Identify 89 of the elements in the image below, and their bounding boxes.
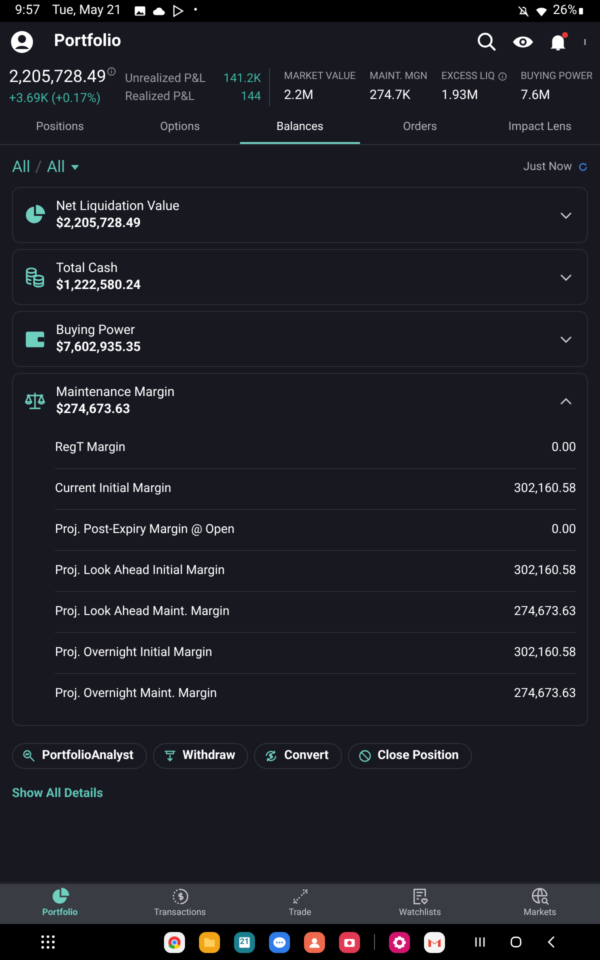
- withdraw-icon: [162, 749, 176, 763]
- arrows-icon: [290, 887, 310, 906]
- refresh-icon[interactable]: [578, 162, 588, 172]
- contact-icon[interactable]: [304, 932, 325, 952]
- card-value: $2,205,728.49: [56, 214, 142, 232]
- metric-value: 1.93M: [441, 86, 480, 105]
- nav-tab[interactable]: Markets: [480, 884, 600, 924]
- net-value: 2,205,728.49: [9, 66, 106, 89]
- metric-label: EXCESS LIQ: [441, 70, 495, 84]
- globe-search-icon: [530, 887, 550, 906]
- margin-value: 302,160.58: [514, 480, 576, 498]
- nav-tab[interactable]: Transactions: [120, 884, 240, 924]
- flower-icon[interactable]: [389, 932, 410, 952]
- info-icon: [107, 66, 116, 76]
- action-button[interactable]: Withdraw: [152, 743, 248, 769]
- margin-value: 0.00: [552, 438, 576, 457]
- account-selector[interactable]: All / All: [12, 155, 80, 179]
- card-value: $7,602,935.35: [56, 338, 142, 356]
- margin-label: Proj. Overnight Maint. Margin: [55, 685, 217, 704]
- nav-tab[interactable]: Trade: [240, 884, 360, 924]
- battery-percent: 26%: [552, 2, 577, 20]
- pnl-label: Unrealized P&L: [125, 70, 206, 87]
- folder-icon[interactable]: [199, 932, 220, 952]
- pie-chart-icon: [24, 204, 46, 226]
- card-title: Maintenance Margin: [56, 384, 176, 400]
- card-value: $274,673.63: [56, 400, 132, 418]
- card-title: Total Cash: [56, 260, 119, 276]
- pnl-label: Realized P&L: [125, 88, 195, 105]
- show-all-details-link[interactable]: Show All Details: [12, 786, 103, 801]
- pnl-value: 144: [240, 88, 261, 105]
- calendar-icon[interactable]: 21: [234, 932, 255, 952]
- margin-value: 0.00: [552, 520, 576, 539]
- margin-label: Proj. Look Ahead Maint. Margin: [55, 602, 230, 621]
- tab[interactable]: Orders: [360, 112, 480, 144]
- metric-value: 2.2M: [284, 86, 314, 105]
- info-icon: [498, 72, 507, 81]
- play-store-icon: [171, 4, 186, 18]
- prohibited-icon: [358, 749, 372, 763]
- metric-label: BUYING POWER: [520, 70, 593, 84]
- card-value: $1,222,580.24: [56, 276, 142, 294]
- mute-icon: [516, 4, 530, 18]
- metric-label: MAINT. MGN: [370, 70, 428, 84]
- margin-value: 302,160.58: [514, 644, 576, 662]
- magnifier-chart-icon: [22, 749, 36, 763]
- card-title: Buying Power: [56, 322, 136, 338]
- margin-label: RegT Margin: [55, 438, 126, 457]
- pnl-value: 141.2K: [223, 70, 261, 87]
- tab[interactable]: Positions: [0, 112, 120, 144]
- list-heart-icon: [410, 887, 430, 906]
- scale-icon: [24, 390, 46, 412]
- pie-chart-icon: [50, 887, 70, 906]
- action-button[interactable]: PortfolioAnalyst: [12, 743, 146, 769]
- metric-value: 7.6M: [520, 86, 552, 105]
- daily-change: +3.69K (+0.17%): [9, 90, 102, 108]
- tab[interactable]: Balances: [240, 112, 360, 144]
- action-button[interactable]: Convert: [254, 743, 342, 769]
- margin-label: Proj. Overnight Initial Margin: [55, 644, 212, 662]
- margin-label: Proj. Look Ahead Initial Margin: [55, 562, 225, 580]
- coins-icon: [24, 266, 46, 288]
- page-title: Portfolio: [54, 30, 122, 54]
- nav-tab[interactable]: Portfolio: [0, 884, 120, 924]
- margin-value: 302,160.58: [514, 562, 576, 580]
- dollar-exchange-icon: [264, 749, 278, 763]
- home-icon[interactable]: [508, 934, 524, 950]
- nav-tab[interactable]: Watchlists: [360, 884, 480, 924]
- browser-icon[interactable]: [164, 932, 185, 952]
- margin-value: 274,673.63: [514, 685, 576, 704]
- dollar-circle-icon: [170, 887, 190, 906]
- notification-dot: •: [193, 2, 198, 20]
- margin-label: Proj. Post-Expiry Margin @ Open: [55, 520, 235, 539]
- updated-time: Just Now: [523, 158, 572, 176]
- action-button[interactable]: Close Position: [348, 743, 472, 769]
- tab[interactable]: Options: [120, 112, 240, 144]
- account-icon[interactable]: [10, 30, 34, 54]
- card-title: Net Liquidation Value: [56, 198, 180, 214]
- chat-icon[interactable]: [269, 932, 290, 952]
- caret-icon: [70, 162, 80, 172]
- camera-icon[interactable]: [339, 932, 360, 952]
- status-date: Tue, May 21: [52, 2, 122, 20]
- apps-grid-icon[interactable]: [40, 934, 56, 950]
- margin-label: Current Initial Margin: [55, 480, 172, 498]
- status-time: 9:57: [15, 2, 40, 20]
- image-icon: [133, 4, 148, 18]
- tab[interactable]: Impact Lens: [480, 112, 600, 144]
- margin-value: 274,673.63: [514, 602, 576, 621]
- metric-label: MARKET VALUE: [284, 70, 356, 84]
- search-icon[interactable]: [476, 31, 498, 53]
- metric-value: 274.7K: [370, 86, 412, 105]
- mail-icon[interactable]: [424, 932, 445, 952]
